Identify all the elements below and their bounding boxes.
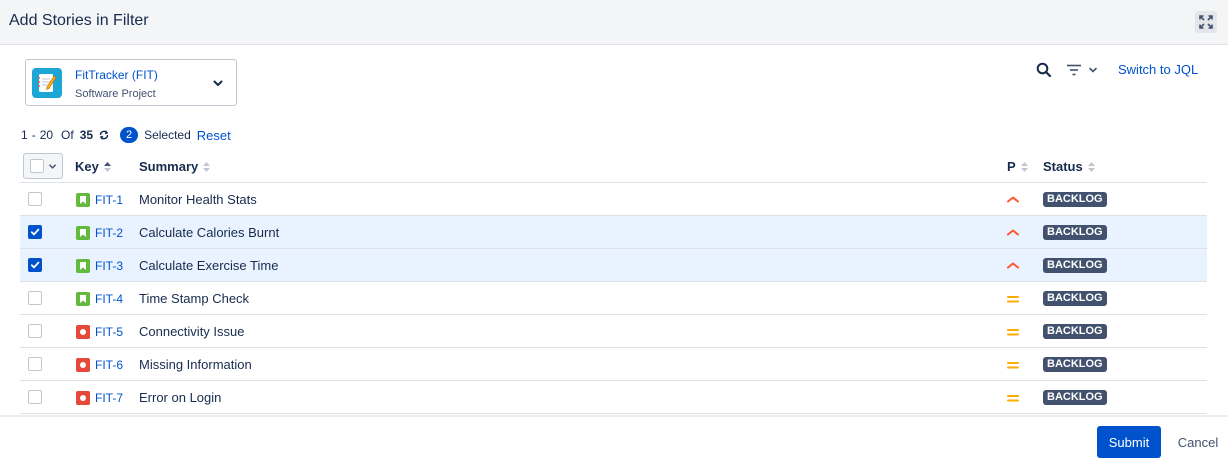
bug-icon (76, 391, 90, 405)
row-checkbox[interactable] (28, 192, 42, 206)
filter-icon (1067, 64, 1081, 76)
status-badge: BACKLOG (1043, 258, 1107, 273)
status-badge: BACKLOG (1043, 390, 1107, 405)
bug-icon (76, 358, 90, 372)
refresh-button[interactable] (98, 129, 110, 141)
search-button[interactable] (1036, 62, 1052, 78)
issue-summary: Calculate Exercise Time (139, 258, 279, 273)
issue-key-link[interactable]: FIT-1 (95, 193, 123, 207)
status-badge: BACKLOG (1043, 225, 1107, 240)
modal-footer: Submit Cancel (0, 415, 1228, 460)
column-header-priority[interactable]: P (1007, 159, 1029, 174)
column-key-label: Key (75, 159, 99, 174)
status-badge: BACKLOG (1043, 291, 1107, 306)
story-icon (76, 292, 90, 306)
project-name: FitTracker (FIT) (75, 68, 158, 82)
priority-medium-icon (1007, 329, 1019, 336)
submit-button[interactable]: Submit (1097, 426, 1161, 458)
total-count: 35 (79, 128, 94, 142)
column-priority-label: P (1007, 159, 1016, 174)
status-badge: BACKLOG (1043, 192, 1107, 207)
sort-icon (103, 161, 112, 173)
chevron-down-icon (1089, 67, 1097, 73)
project-type: Software Project (75, 88, 156, 100)
row-checkbox[interactable] (28, 324, 42, 338)
range-from: 1 (21, 128, 28, 142)
story-icon (76, 259, 90, 273)
issue-summary: Error on Login (139, 390, 222, 405)
issue-summary: Missing Information (139, 357, 252, 372)
selected-count-badge: 2 (120, 127, 139, 143)
issue-key-link[interactable]: FIT-2 (95, 226, 123, 240)
row-checkbox[interactable] (28, 225, 42, 239)
pagination-summary: 1 - 20 Of 35 2 Selected Reset (19, 127, 231, 143)
project-picker[interactable]: FitTracker (FIT) Software Project (25, 59, 237, 106)
reset-link[interactable]: Reset (197, 128, 231, 143)
story-icon (76, 226, 90, 240)
selected-label: Selected (144, 128, 191, 142)
priority-high-icon (1007, 229, 1019, 236)
issue-key-link[interactable]: FIT-7 (95, 391, 123, 405)
table-row[interactable]: FIT-7 Error on Login BACKLOG (20, 381, 1207, 414)
story-icon (76, 193, 90, 207)
priority-high-icon (1007, 262, 1019, 269)
issue-summary: Time Stamp Check (139, 291, 250, 306)
issue-key-link[interactable]: FIT-5 (95, 325, 123, 339)
status-badge: BACKLOG (1043, 357, 1107, 372)
refresh-icon (99, 130, 109, 140)
stories-table: Key Summary P Status FIT-1 Monitor Health… (20, 150, 1207, 414)
table-body: FIT-1 Monitor Health Stats BACKLOG FIT-2 Cal… (20, 183, 1207, 414)
issue-summary: Connectivity Issue (139, 324, 245, 339)
issue-key-link[interactable]: FIT-6 (95, 358, 123, 372)
modal-title: Add Stories in Filter (9, 12, 149, 29)
chevron-down-icon (49, 163, 56, 169)
row-checkbox[interactable] (28, 390, 42, 404)
filter-button[interactable] (1066, 61, 1098, 79)
priority-medium-icon (1007, 395, 1019, 402)
checkmark-icon (30, 261, 40, 269)
table-row[interactable]: FIT-3 Calculate Exercise Time BACKLOG (20, 249, 1207, 282)
checkmark-icon (30, 228, 40, 236)
priority-high-icon (1007, 196, 1019, 203)
column-header-key[interactable]: Key (75, 159, 112, 174)
search-icon (1036, 62, 1052, 78)
range-dash: - (31, 128, 36, 142)
notebook-icon (38, 74, 57, 92)
priority-medium-icon (1007, 362, 1019, 369)
priority-medium-icon (1007, 296, 1019, 303)
expand-icon (1199, 15, 1213, 29)
table-row[interactable]: FIT-5 Connectivity Issue BACKLOG (20, 315, 1207, 348)
column-header-summary[interactable]: Summary (139, 159, 211, 174)
issue-key-link[interactable]: FIT-3 (95, 259, 123, 273)
cancel-button[interactable]: Cancel (1168, 426, 1228, 458)
range-to: 20 (39, 128, 54, 142)
column-status-label: Status (1043, 159, 1083, 174)
table-row[interactable]: FIT-6 Missing Information BACKLOG (20, 348, 1207, 381)
sort-icon (1020, 161, 1029, 173)
select-all-checkbox[interactable] (30, 159, 44, 173)
expand-button[interactable] (1195, 11, 1217, 33)
table-header: Key Summary P Status (20, 150, 1207, 183)
chevron-down-icon (213, 80, 223, 86)
table-row[interactable]: FIT-1 Monitor Health Stats BACKLOG (20, 183, 1207, 216)
row-checkbox[interactable] (28, 357, 42, 371)
status-badge: BACKLOG (1043, 324, 1107, 339)
column-summary-label: Summary (139, 159, 199, 174)
issue-summary: Calculate Calories Burnt (139, 225, 280, 240)
row-checkbox[interactable] (28, 258, 42, 272)
table-row[interactable]: FIT-4 Time Stamp Check BACKLOG (20, 282, 1207, 315)
issue-key-link[interactable]: FIT-4 (95, 292, 123, 306)
column-header-status[interactable]: Status (1043, 159, 1096, 174)
bulk-select-dropdown[interactable] (23, 153, 63, 179)
issue-summary: Monitor Health Stats (139, 192, 257, 207)
sort-icon (202, 161, 211, 173)
bug-icon (76, 325, 90, 339)
table-row[interactable]: FIT-2 Calculate Calories Burnt BACKLOG (20, 216, 1207, 249)
of-label: Of (61, 128, 74, 142)
modal-header: Add Stories in Filter (0, 0, 1228, 45)
switch-to-jql-link[interactable]: Switch to JQL (1118, 62, 1198, 77)
row-checkbox[interactable] (28, 291, 42, 305)
sort-icon (1087, 161, 1096, 173)
project-avatar (32, 68, 62, 98)
